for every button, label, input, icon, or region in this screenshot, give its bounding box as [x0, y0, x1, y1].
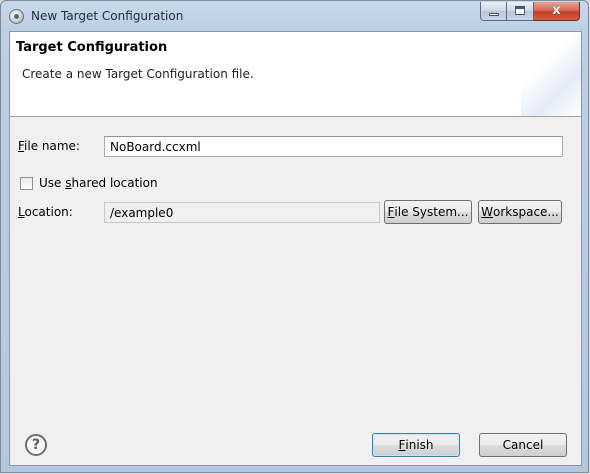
shared-location-label-pre: Use	[39, 176, 66, 190]
file-name-label: File name:	[18, 139, 80, 153]
page-title: Target Configuration	[16, 40, 168, 55]
finish-button[interactable]: Finish	[372, 433, 460, 457]
banner-decoration	[521, 32, 581, 116]
minimize-icon	[489, 13, 499, 16]
shared-location-checkbox[interactable]	[20, 177, 33, 190]
workspace-button[interactable]: Workspace...	[478, 200, 562, 224]
window-controls: x	[480, 2, 580, 21]
close-icon: x	[552, 3, 561, 18]
header-banner: Target Configuration Create a new Target…	[10, 32, 581, 117]
close-button[interactable]: x	[534, 2, 580, 21]
location-label: Location:	[18, 205, 73, 219]
finish-button-mnemonic: F	[398, 438, 406, 452]
minimize-button[interactable]	[480, 2, 507, 21]
file-system-button[interactable]: File System...	[384, 200, 472, 224]
maximize-icon	[515, 6, 525, 15]
maximize-button[interactable]	[507, 2, 534, 21]
cancel-button[interactable]: Cancel	[479, 433, 567, 457]
file-name-input[interactable]	[104, 136, 563, 157]
file-system-button-mnemonic: F	[387, 205, 395, 219]
file-system-button-label: ile System...	[394, 205, 469, 219]
file-name-label-text: ile name:	[24, 139, 80, 153]
shared-location-label-text: hared location	[71, 176, 158, 190]
app-icon	[9, 9, 24, 24]
window-title: New Target Configuration	[31, 9, 184, 23]
dialog-body: Target Configuration Create a new Target…	[9, 31, 582, 466]
workspace-button-label: orkspace...	[493, 205, 559, 219]
page-description: Create a new Target Configuration file.	[22, 67, 254, 81]
location-input[interactable]	[104, 202, 380, 223]
help-icon[interactable]: ?	[25, 434, 47, 456]
title-bar[interactable]: New Target Configuration x	[1, 1, 588, 31]
location-label-text: ocation:	[24, 205, 73, 219]
workspace-button-mnemonic: W	[481, 205, 493, 219]
shared-location-label[interactable]: Use shared location	[39, 176, 158, 190]
finish-button-label: inish	[405, 438, 434, 452]
dialog-window: New Target Configuration x Target Config…	[0, 0, 589, 473]
